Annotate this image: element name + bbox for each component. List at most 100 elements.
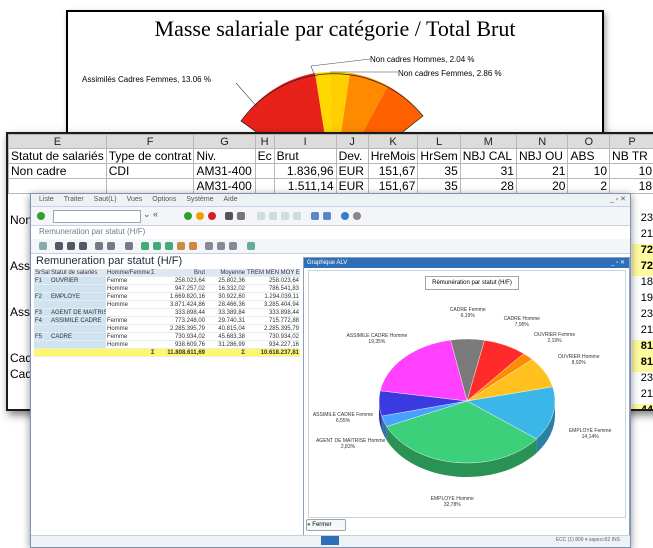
field-header[interactable]: ABS xyxy=(568,149,610,164)
page-nav-icon[interactable] xyxy=(269,212,277,220)
grid-header[interactable]: Moyenne xyxy=(206,269,246,277)
field-header[interactable]: NBJ OU xyxy=(516,149,568,164)
settings-icon[interactable] xyxy=(353,212,361,220)
grid-cell[interactable]: 31.286,99 xyxy=(206,341,246,349)
command-field[interactable] xyxy=(53,210,141,223)
grid-cell[interactable]: F5 xyxy=(34,333,50,341)
col-header[interactable]: O xyxy=(568,135,610,149)
grid-cell[interactable]: OUVRIER xyxy=(50,277,106,285)
grid-cell[interactable]: 333.898,44 xyxy=(246,309,300,317)
cell[interactable] xyxy=(9,179,107,194)
cell[interactable]: 72 xyxy=(632,260,653,276)
col-header[interactable]: I xyxy=(274,135,336,149)
grid-cell[interactable]: ASSIMILE CADRE xyxy=(50,317,106,325)
layout-icon[interactable] xyxy=(189,242,197,250)
grid-cell[interactable] xyxy=(150,293,158,301)
grid-cell[interactable]: Femme xyxy=(106,293,150,301)
cell[interactable]: 44 xyxy=(632,404,653,411)
page-nav-icon[interactable] xyxy=(293,212,301,220)
export-icon[interactable] xyxy=(141,242,149,250)
grid-header[interactable]: Brut xyxy=(158,269,206,277)
cell[interactable]: 18 xyxy=(632,276,653,292)
grid-header[interactable]: Σ xyxy=(150,269,158,277)
grid-cell[interactable]: 1.669.820,16 xyxy=(158,293,206,301)
grid-cell[interactable]: Femme xyxy=(106,333,150,341)
field-header[interactable]: Ec xyxy=(255,149,274,164)
menu-item-systeme[interactable]: Système xyxy=(186,194,213,206)
grid-cell[interactable] xyxy=(150,333,158,341)
grid-header[interactable]: TREM MEN MOY EUR xyxy=(246,269,300,277)
grid-cell[interactable]: Femme xyxy=(106,317,150,325)
col-header[interactable]: N xyxy=(516,135,568,149)
grid-cell[interactable]: 2.285.395,79 xyxy=(158,325,206,333)
col-header[interactable]: P xyxy=(610,135,653,149)
grid-cell[interactable]: 25.802,36 xyxy=(206,277,246,285)
confirm-icon[interactable] xyxy=(37,212,45,220)
cell[interactable]: 81 xyxy=(632,356,653,372)
col-header[interactable]: M xyxy=(460,135,516,149)
grid-header[interactable]: Homme/Femme xyxy=(106,269,150,277)
grid-cell[interactable]: Homme xyxy=(106,341,150,349)
grid-cell[interactable]: 938.609,76 xyxy=(158,341,206,349)
choose-layout-icon[interactable] xyxy=(205,242,213,250)
cell[interactable]: 18 xyxy=(610,179,653,194)
grid-cell[interactable]: 947.257,02 xyxy=(158,285,206,293)
cell[interactable]: Non cadre xyxy=(9,164,107,179)
save-layout-icon[interactable] xyxy=(217,242,225,250)
col-header[interactable]: G xyxy=(194,135,255,149)
menu-item-options[interactable]: Options xyxy=(152,194,176,206)
help-icon[interactable] xyxy=(341,212,349,220)
filter-icon[interactable] xyxy=(79,242,87,250)
grid-cell[interactable] xyxy=(106,309,150,317)
cell[interactable] xyxy=(255,164,274,179)
cell[interactable]: 35 xyxy=(418,179,460,194)
grid-cell[interactable] xyxy=(150,309,158,317)
graphic-icon[interactable] xyxy=(177,242,185,250)
grid-cell[interactable]: AGENT DE MAITRISE xyxy=(50,309,106,317)
info-icon[interactable] xyxy=(247,242,255,250)
window-controls-icon[interactable]: _ ▫ ✕ xyxy=(610,194,626,206)
command-dropdown-icon[interactable]: ⌄ « xyxy=(143,209,158,220)
grid-cell[interactable]: 258.023,64 xyxy=(246,277,300,285)
grid-cell[interactable]: 16.332,02 xyxy=(206,285,246,293)
find-icon[interactable] xyxy=(237,212,245,220)
col-header[interactable]: H xyxy=(255,135,274,149)
grid-cell[interactable]: 1.294.039,11 xyxy=(246,293,300,301)
grid-cell[interactable] xyxy=(150,301,158,309)
cell[interactable] xyxy=(106,179,194,194)
grid-cell[interactable] xyxy=(150,285,158,293)
grid-cell[interactable]: F3 xyxy=(34,309,50,317)
cell[interactable]: 1.511,14 xyxy=(274,179,336,194)
field-header[interactable]: Type de contrat xyxy=(106,149,194,164)
cell[interactable] xyxy=(255,179,274,194)
fermer-button[interactable]: ● Fermer xyxy=(306,519,346,531)
cell[interactable]: 10 xyxy=(568,164,610,179)
field-header[interactable]: Niv. xyxy=(194,149,255,164)
grid-cell[interactable]: 730.934,02 xyxy=(246,333,300,341)
grid-cell[interactable]: 40.815,04 xyxy=(206,325,246,333)
cell[interactable]: AM31-400 xyxy=(194,164,255,179)
grid-cell[interactable] xyxy=(150,317,158,325)
shortcut-icon[interactable] xyxy=(323,212,331,220)
cell[interactable]: 23 xyxy=(632,212,653,228)
cell[interactable]: 1.836,96 xyxy=(274,164,336,179)
print-icon[interactable] xyxy=(225,212,233,220)
word-processing-icon[interactable] xyxy=(165,242,173,250)
grid-cell[interactable]: 28.466,36 xyxy=(206,301,246,309)
sort-asc-icon[interactable] xyxy=(55,242,63,250)
cell[interactable]: 151,67 xyxy=(368,179,418,194)
cell[interactable]: 21 xyxy=(516,164,568,179)
grid-cell[interactable] xyxy=(34,285,50,293)
cell[interactable]: EUR xyxy=(336,179,368,194)
grid-cell[interactable]: F1 xyxy=(34,277,50,285)
grid-cell[interactable]: 715.772,88 xyxy=(246,317,300,325)
grid-cell[interactable]: 30.922,60 xyxy=(206,293,246,301)
field-header[interactable]: Dev. xyxy=(336,149,368,164)
grid-cell[interactable]: 258.023,64 xyxy=(158,277,206,285)
grid-cell[interactable]: 934.227,16 xyxy=(246,341,300,349)
cancel-icon[interactable] xyxy=(208,212,216,220)
field-header[interactable]: NBJ CAL xyxy=(460,149,516,164)
back-icon[interactable] xyxy=(184,212,192,220)
cell[interactable]: AM31-400 xyxy=(194,179,255,194)
cell[interactable]: 20 xyxy=(516,179,568,194)
